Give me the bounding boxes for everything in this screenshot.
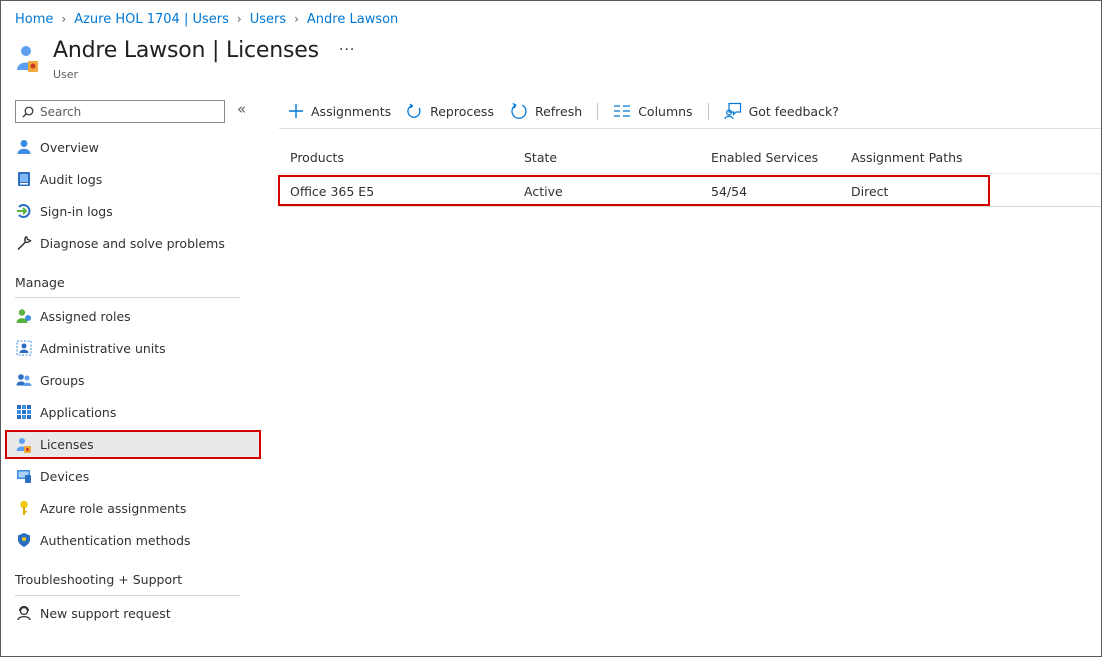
audit-log-icon <box>15 171 32 188</box>
sidebar-item-label: Assigned roles <box>40 308 131 324</box>
search-input[interactable] <box>40 104 210 119</box>
wrench-icon <box>15 235 32 252</box>
column-header-state[interactable]: State <box>524 150 557 165</box>
sidebar-item-label: Authentication methods <box>40 532 191 548</box>
sidebar-item-label: Audit logs <box>40 171 103 187</box>
columns-icon <box>613 104 631 118</box>
collapse-sidebar-button[interactable]: « <box>237 100 246 118</box>
sidebar-item-label: Azure role assignments <box>40 500 187 516</box>
user-icon <box>15 139 32 156</box>
command-bar: Assignments Reprocess Refresh Columns Go… <box>288 99 839 123</box>
sidebar-item-groups[interactable]: Groups <box>15 367 260 393</box>
sidebar-item-authentication-methods[interactable]: Authentication methods <box>15 527 260 553</box>
breadcrumb-tenant-users[interactable]: Azure HOL 1704 | Users <box>74 12 229 27</box>
reprocess-label: Reprocess <box>430 103 494 119</box>
breadcrumb-users[interactable]: Users <box>250 12 286 27</box>
sidebar-search-box[interactable] <box>15 100 225 123</box>
sidebar-item-label: Diagnose and solve problems <box>40 235 225 251</box>
sidebar-item-assigned-roles[interactable]: Assigned roles <box>15 303 260 329</box>
sidebar-item-label: Administrative units <box>40 340 166 356</box>
assigned-roles-icon <box>15 308 32 325</box>
admin-units-icon <box>15 340 32 357</box>
sidebar-item-sign-in-logs[interactable]: Sign-in logs <box>15 198 260 224</box>
assignments-button[interactable]: Assignments <box>288 103 391 119</box>
cell-product: Office 365 E5 <box>290 184 375 199</box>
toolbar-divider-line <box>279 128 1101 129</box>
cell-state: Active <box>524 184 563 199</box>
toolbar-divider <box>707 102 709 120</box>
groups-icon <box>15 372 32 389</box>
add-icon <box>288 103 304 119</box>
sidebar-item-label: Groups <box>40 372 85 388</box>
sidebar-item-audit-logs[interactable]: Audit logs <box>15 166 260 192</box>
user-license-icon <box>16 44 40 74</box>
table-header-divider <box>279 173 1101 174</box>
sidebar-item-label: Devices <box>40 468 90 484</box>
key-icon <box>15 500 32 517</box>
section-divider <box>15 297 240 298</box>
page-title: Andre Lawson | Licenses <box>53 38 319 63</box>
support-person-icon <box>15 605 32 622</box>
section-header-manage: Manage <box>15 275 65 290</box>
sidebar-item-label: Sign-in logs <box>40 203 113 219</box>
breadcrumb-home[interactable]: Home <box>15 12 53 27</box>
search-icon <box>22 106 34 118</box>
feedback-button[interactable]: Got feedback? <box>723 102 839 120</box>
applications-grid-icon <box>15 404 32 421</box>
sign-in-icon <box>15 203 32 220</box>
sidebar-item-new-support-request[interactable]: New support request <box>15 600 260 626</box>
reprocess-button[interactable]: Reprocess <box>407 103 494 119</box>
reprocess-icon <box>407 103 423 119</box>
sidebar-item-label: Applications <box>40 404 117 420</box>
breadcrumb-user[interactable]: Andre Lawson <box>307 12 398 27</box>
column-header-enabled-services[interactable]: Enabled Services <box>711 150 818 165</box>
assignments-label: Assignments <box>311 103 392 119</box>
breadcrumb-separator-icon: › <box>236 12 242 26</box>
sidebar-item-administrative-units[interactable]: Administrative units <box>15 335 260 361</box>
sidebar-item-licenses[interactable]: Licenses <box>5 430 261 459</box>
cell-assignment-path: Direct <box>851 184 889 199</box>
columns-button[interactable]: Columns <box>613 103 693 119</box>
refresh-button[interactable]: Refresh <box>510 102 582 120</box>
sidebar-item-label: Overview <box>40 139 99 155</box>
more-options-button[interactable]: ··· <box>339 42 355 58</box>
section-divider <box>15 595 240 596</box>
feedback-label: Got feedback? <box>748 103 839 119</box>
breadcrumb: Home › Azure HOL 1704 | Users › Users › … <box>15 10 398 28</box>
column-header-assignment-paths[interactable]: Assignment Paths <box>851 150 963 165</box>
refresh-label: Refresh <box>534 103 583 119</box>
table-row-divider <box>279 206 1101 207</box>
breadcrumb-separator-icon: › <box>61 12 67 26</box>
sidebar-item-diagnose[interactable]: Diagnose and solve problems <box>15 230 260 256</box>
sidebar-item-azure-role-assignments[interactable]: Azure role assignments <box>15 495 260 521</box>
sidebar-item-applications[interactable]: Applications <box>15 399 260 425</box>
devices-icon <box>15 468 32 485</box>
columns-label: Columns <box>638 103 693 119</box>
page-subtitle: User <box>53 68 79 81</box>
sidebar-item-label: New support request <box>40 605 171 621</box>
column-header-products[interactable]: Products <box>290 150 344 165</box>
section-header-support: Troubleshooting + Support <box>15 572 183 587</box>
refresh-icon <box>510 102 528 120</box>
sidebar-item-label: Licenses <box>40 437 94 452</box>
cell-enabled-services: 54/54 <box>711 184 748 199</box>
breadcrumb-separator-icon: › <box>294 12 299 26</box>
shield-icon <box>15 532 32 549</box>
sidebar-item-overview[interactable]: Overview <box>15 134 260 160</box>
sidebar-item-devices[interactable]: Devices <box>15 463 260 489</box>
licenses-icon <box>15 436 32 453</box>
feedback-icon <box>723 102 742 120</box>
toolbar-divider <box>597 102 599 120</box>
